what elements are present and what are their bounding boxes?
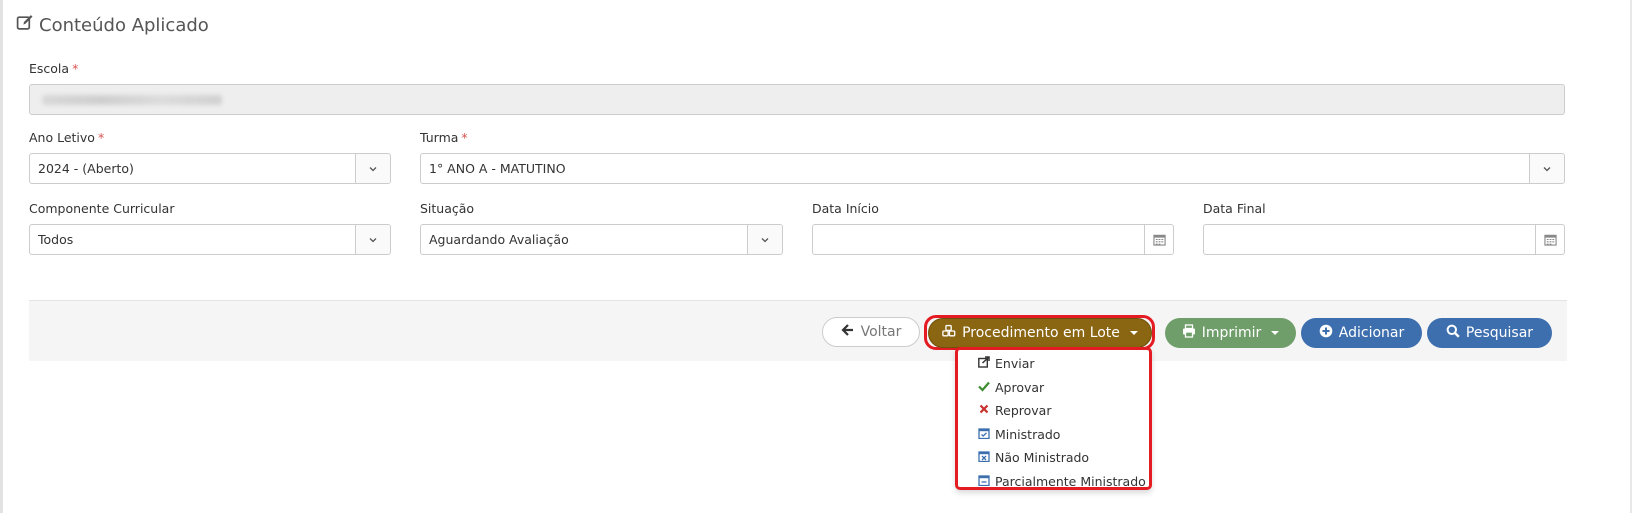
menu-item-reprovar[interactable]: Reprovar — [978, 403, 1051, 418]
situacao-select[interactable]: Aguardando Avaliação — [420, 224, 783, 255]
escola-label: Escola * — [29, 61, 78, 76]
turma-label: Turma * — [420, 130, 468, 145]
required-mark: * — [97, 130, 105, 145]
batch-procedure-button[interactable]: Procedimento em Lote — [928, 318, 1152, 348]
ano-letivo-value: 2024 - (Aberto) — [38, 161, 134, 176]
data-final-label-text: Data Final — [1203, 201, 1266, 216]
data-inicio-label: Data Início — [812, 201, 879, 216]
menu-item-label: Enviar — [995, 356, 1035, 371]
situacao-label-text: Situação — [420, 201, 475, 216]
times-icon — [978, 403, 990, 418]
search-button-label: Pesquisar — [1465, 325, 1534, 341]
componente-label-text: Componente Curricular — [29, 201, 175, 216]
edit-icon — [16, 14, 33, 36]
left-border — [0, 0, 3, 513]
situacao-label: Situação — [420, 201, 474, 216]
search-button[interactable]: Pesquisar — [1427, 318, 1552, 348]
menu-item-aprovar[interactable]: Aprovar — [978, 380, 1044, 395]
ano-letivo-select[interactable]: 2024 - (Aberto) — [29, 153, 391, 184]
calendar-icon[interactable] — [1535, 225, 1564, 254]
add-button[interactable]: Adicionar — [1301, 318, 1422, 348]
page-title-text: Conteúdo Aplicado — [39, 14, 209, 36]
turma-label-text: Turma — [420, 130, 459, 145]
calendar-minus-icon — [978, 474, 990, 489]
plus-circle-icon — [1319, 324, 1333, 342]
data-final-label: Data Final — [1203, 201, 1266, 216]
escola-label-text: Escola — [29, 61, 70, 76]
calendar-icon[interactable] — [1144, 225, 1173, 254]
chevron-down-icon[interactable] — [1529, 154, 1564, 183]
required-mark: * — [72, 61, 79, 76]
menu-item-parcialmente-ministrado[interactable]: Parcialmente Ministrado — [978, 474, 1146, 489]
batch-procedure-label: Procedimento em Lote — [962, 325, 1120, 341]
caret-down-icon — [1271, 331, 1280, 335]
print-button-label: Imprimir — [1201, 325, 1262, 341]
menu-item-enviar[interactable]: Enviar — [978, 356, 1035, 371]
menu-item-label: Não Ministrado — [995, 450, 1090, 465]
situacao-value: Aguardando Avaliação — [429, 232, 569, 247]
data-inicio-label-text: Data Início — [812, 201, 879, 216]
chevron-down-icon[interactable] — [747, 225, 782, 254]
ano-letivo-label-text: Ano Letivo — [29, 130, 95, 145]
chevron-down-icon[interactable] — [355, 154, 390, 183]
turma-select[interactable]: 1° ANO A - MATUTINO — [420, 153, 1565, 184]
share-icon — [978, 356, 990, 371]
escola-blurred-value — [42, 94, 222, 105]
batch-procedure-menu: Enviar Aprovar Reprovar Ministrado Não M… — [955, 347, 1152, 490]
check-icon — [978, 380, 990, 395]
menu-item-label: Ministrado — [995, 427, 1061, 442]
cubes-icon — [942, 324, 956, 342]
componente-label: Componente Curricular — [29, 201, 174, 216]
calendar-times-icon — [978, 450, 990, 465]
print-icon — [1182, 324, 1196, 342]
back-button-label: Voltar — [860, 324, 902, 340]
back-button[interactable]: Voltar — [822, 317, 920, 347]
componente-select[interactable]: Todos — [29, 224, 391, 255]
data-inicio-input[interactable] — [812, 224, 1174, 255]
escola-field — [29, 84, 1565, 115]
page-title: Conteúdo Aplicado — [16, 14, 209, 36]
data-final-input[interactable] — [1203, 224, 1565, 255]
menu-item-label: Parcialmente Ministrado — [995, 474, 1146, 489]
add-button-label: Adicionar — [1338, 325, 1405, 341]
print-button[interactable]: Imprimir — [1165, 318, 1296, 348]
search-icon — [1446, 324, 1460, 342]
arrow-left-icon — [841, 323, 855, 341]
ano-letivo-label: Ano Letivo * — [29, 130, 104, 145]
turma-value: 1° ANO A - MATUTINO — [429, 161, 566, 176]
caret-down-icon — [1129, 331, 1138, 335]
componente-value: Todos — [38, 232, 74, 247]
calendar-check-icon — [978, 427, 990, 442]
menu-item-label: Reprovar — [995, 403, 1052, 418]
menu-item-nao-ministrado[interactable]: Não Ministrado — [978, 450, 1089, 465]
chevron-down-icon[interactable] — [355, 225, 390, 254]
menu-item-label: Aprovar — [995, 380, 1045, 395]
required-mark: * — [461, 130, 468, 145]
menu-item-ministrado[interactable]: Ministrado — [978, 427, 1060, 442]
